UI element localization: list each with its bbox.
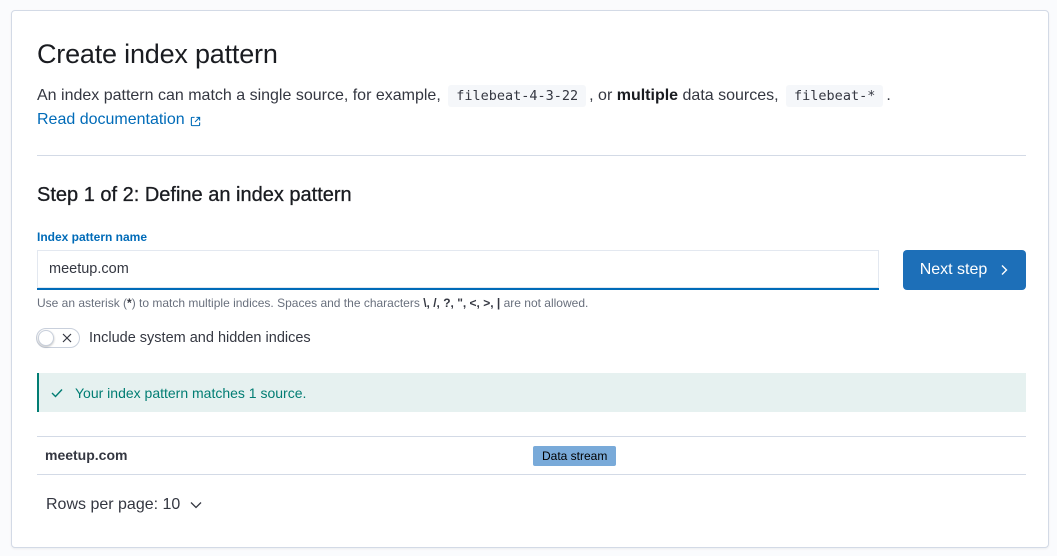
description-or: , or bbox=[589, 87, 613, 104]
read-documentation-link[interactable]: Read documentation bbox=[37, 108, 201, 132]
toggle-knob bbox=[38, 330, 54, 346]
doc-link-label: Read documentation bbox=[37, 111, 185, 128]
table-top-border bbox=[37, 436, 1026, 437]
cross-icon bbox=[62, 333, 72, 343]
include-hidden-indices-toggle[interactable] bbox=[36, 328, 80, 348]
create-index-pattern-panel: Create index pattern An index pattern ca… bbox=[11, 10, 1049, 548]
next-step-button[interactable]: Next step bbox=[903, 250, 1026, 290]
index-pattern-name-label: Index pattern name bbox=[37, 230, 148, 244]
next-step-label: Next step bbox=[919, 261, 988, 278]
description-end: . bbox=[886, 87, 891, 104]
arrow-right-icon bbox=[1001, 265, 1008, 275]
header-divider bbox=[37, 155, 1026, 156]
page-title: Create index pattern bbox=[37, 39, 278, 69]
external-link-icon bbox=[190, 116, 200, 127]
data-stream-badge: Data stream bbox=[533, 446, 617, 466]
step-title: Step 1 of 2: Define an index pattern bbox=[37, 184, 352, 206]
index-pattern-help-text: Use an asterisk (*) to match multiple in… bbox=[37, 296, 589, 310]
example-multiple-sources: filebeat-* bbox=[786, 85, 884, 107]
table-row-name: meetup.com bbox=[45, 447, 128, 463]
chevron-down-icon bbox=[190, 502, 202, 509]
page-description: An index pattern can match a single sour… bbox=[37, 84, 891, 108]
rows-per-page-button[interactable]: Rows per page: 10 bbox=[46, 496, 202, 514]
description-text: An index pattern can match a single sour… bbox=[37, 87, 441, 104]
include-hidden-indices-label[interactable]: Include system and hidden indices bbox=[89, 330, 311, 346]
callout-message: Your index pattern matches 1 source. bbox=[75, 384, 307, 401]
check-icon bbox=[51, 388, 63, 398]
match-success-callout: Your index pattern matches 1 source. bbox=[37, 373, 1026, 412]
description-middle: data sources, bbox=[682, 87, 779, 104]
example-single-source: filebeat-4-3-22 bbox=[448, 85, 587, 107]
index-pattern-name-input[interactable] bbox=[37, 250, 879, 290]
description-multiple: multiple bbox=[616, 87, 679, 104]
rows-per-page-label: Rows per page: 10 bbox=[46, 496, 181, 513]
table-bottom-border bbox=[37, 474, 1026, 475]
